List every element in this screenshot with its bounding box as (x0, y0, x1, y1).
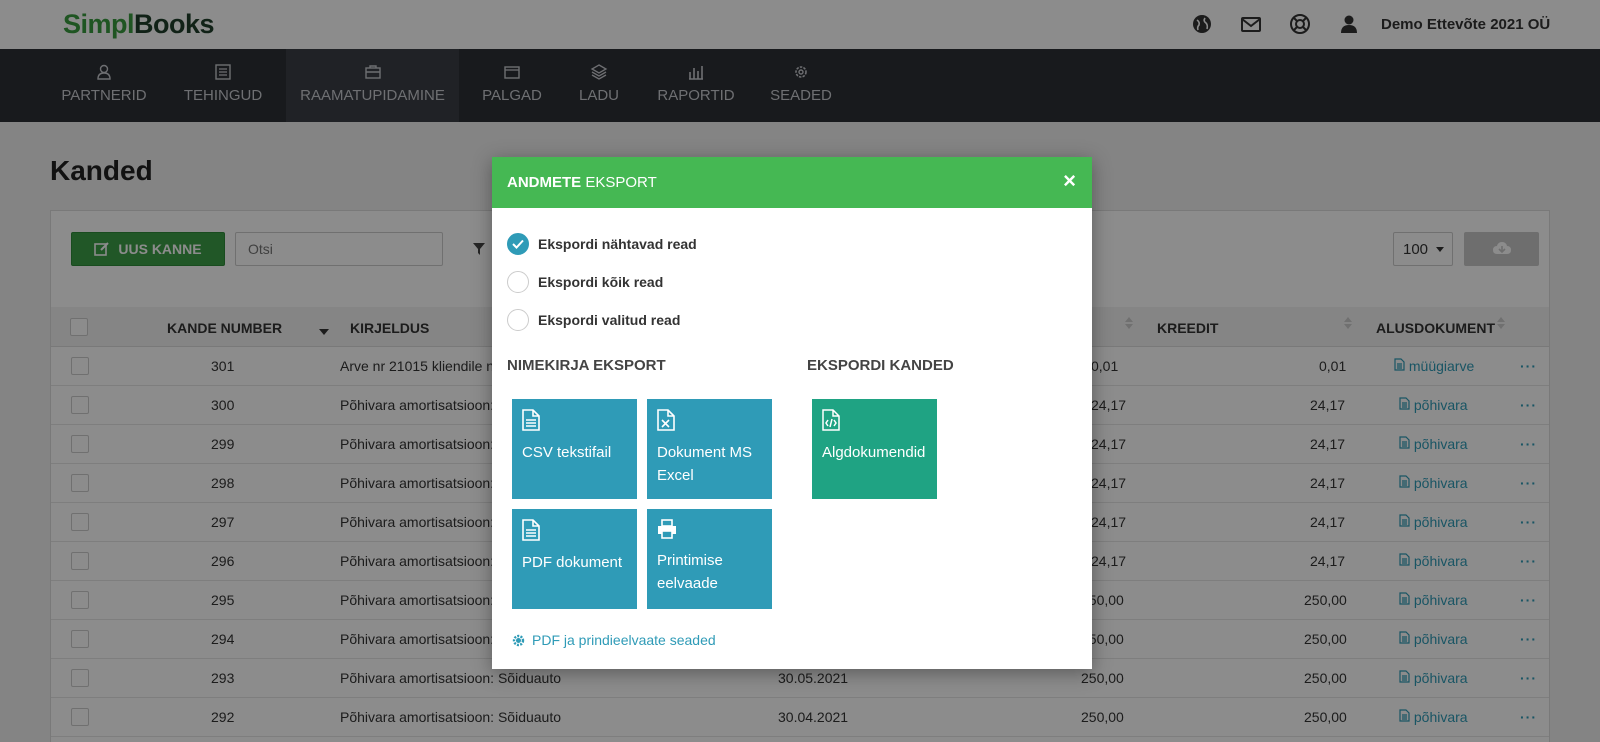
radio-icon[interactable] (507, 309, 529, 331)
pdf-print-settings-link[interactable]: PDF ja prindieelvaate seaded (512, 632, 716, 648)
file-excel-icon (657, 409, 675, 431)
export-modal: ANDMETE EKSPORT × Ekspordi nähtavad read… (492, 157, 1092, 669)
section-list-export: NIMEKIRJA EKSPORT (507, 357, 666, 374)
tile-label: PDF dokument (522, 554, 623, 571)
option-label: Ekspordi valitud read (538, 312, 681, 328)
modal-title: ANDMETE EKSPORT (507, 174, 657, 191)
option-selected-rows[interactable]: Ekspordi valitud read (507, 309, 680, 331)
checked-radio-icon[interactable] (507, 233, 529, 255)
excel-export-tile[interactable]: Dokument MS Excel (647, 399, 772, 499)
file-text-icon (522, 519, 540, 541)
modal-title-rest: EKSPORT (585, 174, 657, 191)
section-entries-export: EKSPORDI KANDED (807, 357, 954, 374)
option-all-rows[interactable]: Ekspordi kõik read (507, 271, 663, 293)
tile-label: CSV tekstifail (522, 444, 612, 461)
option-label: Ekspordi nähtavad read (538, 236, 697, 252)
option-visible-rows[interactable]: Ekspordi nähtavad read (507, 233, 697, 255)
file-text-icon (522, 409, 540, 431)
option-label: Ekspordi kõik read (538, 274, 664, 290)
source-documents-tile[interactable]: Algdokumendid (812, 399, 937, 499)
tile-label: Algdokumendid (822, 444, 926, 461)
close-icon[interactable]: × (1063, 170, 1076, 192)
gear-icon (512, 634, 525, 646)
settings-link-label: PDF ja prindieelvaate seaded (532, 632, 716, 648)
pdf-export-tile[interactable]: PDF dokument (512, 509, 637, 609)
tile-label: Dokument MS Excel (657, 444, 753, 484)
print-preview-tile[interactable]: Printimise eelvaade (647, 509, 772, 609)
modal-header: ANDMETE EKSPORT × (492, 157, 1092, 208)
modal-title-bold: ANDMETE (507, 174, 582, 191)
file-code-icon (822, 409, 840, 431)
printer-icon (658, 519, 676, 539)
csv-export-tile[interactable]: CSV tekstifail (512, 399, 637, 499)
tile-label: Printimise eelvaade (657, 552, 723, 592)
radio-icon[interactable] (507, 271, 529, 293)
